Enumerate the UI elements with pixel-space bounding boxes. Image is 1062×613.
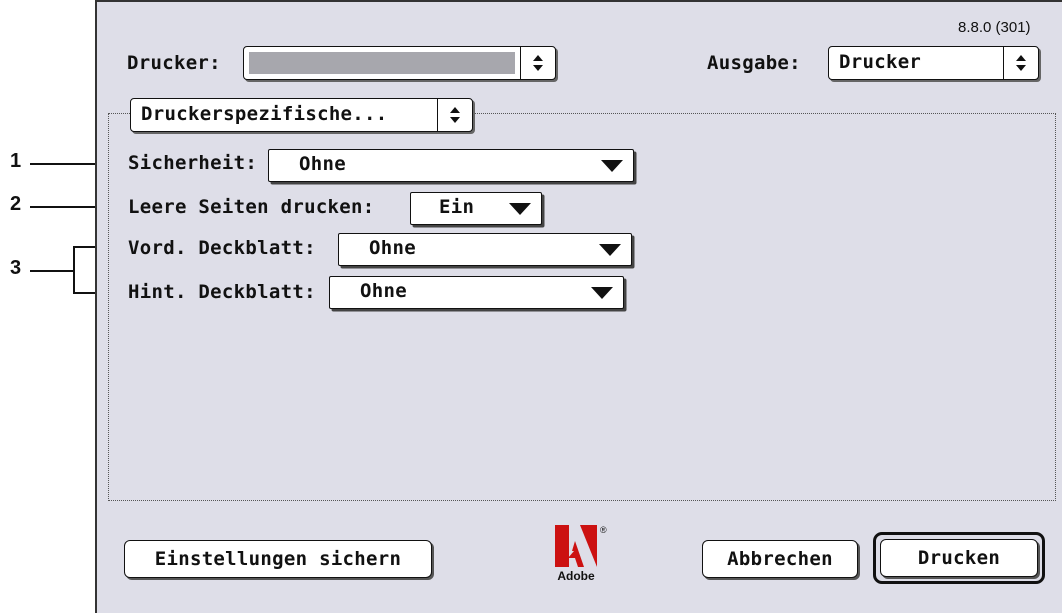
back-cover-menu[interactable]: Ohne [329,276,624,309]
security-menu[interactable]: Ohne [268,149,634,182]
output-value: Drucker [839,51,922,73]
up-down-arrows-icon [437,99,472,131]
adobe-logo: Adobe ® [552,525,608,587]
blank-pages-value: Ein [439,196,475,218]
panel-popup[interactable]: Druckerspezifische... [130,98,473,132]
version-label: 8.8.0 (301) [958,19,1031,36]
blank-pages-menu[interactable]: Ein [410,192,542,225]
up-down-arrows-icon [520,47,555,79]
front-cover-label: Vord. Deckblatt: [128,237,316,259]
registered-mark: ® [600,525,607,535]
save-settings-button[interactable]: Einstellungen sichern [124,540,432,578]
triangle-down-icon [509,202,531,215]
output-popup[interactable]: Drucker [828,46,1039,80]
output-label: Ausgabe: [707,52,801,74]
callout-3: 3 [10,257,22,279]
triangle-down-icon [599,243,621,256]
blank-pages-label: Leere Seiten drucken: [128,196,375,218]
callout-2: 2 [10,193,22,215]
triangle-down-icon [591,286,613,299]
up-down-arrows-icon [1003,47,1038,79]
back-cover-label: Hint. Deckblatt: [128,281,316,303]
triangle-down-icon [601,159,623,172]
adobe-logo-text: Adobe [557,569,595,583]
panel-popup-value: Druckerspezifische... [141,103,388,125]
callout-3-bracket [73,246,75,293]
callout-1: 1 [10,150,22,172]
printer-label: Drucker: [127,52,221,74]
print-button[interactable]: Drucken [880,539,1038,577]
security-value: Ohne [299,153,346,175]
security-label: Sicherheit: [128,152,258,174]
callout-3-line [30,270,74,272]
printer-value-field [249,52,515,74]
printer-popup[interactable] [243,46,556,80]
cancel-button[interactable]: Abbrechen [702,540,858,578]
front-cover-menu[interactable]: Ohne [338,233,632,266]
front-cover-value: Ohne [369,237,416,259]
back-cover-value: Ohne [360,280,407,302]
